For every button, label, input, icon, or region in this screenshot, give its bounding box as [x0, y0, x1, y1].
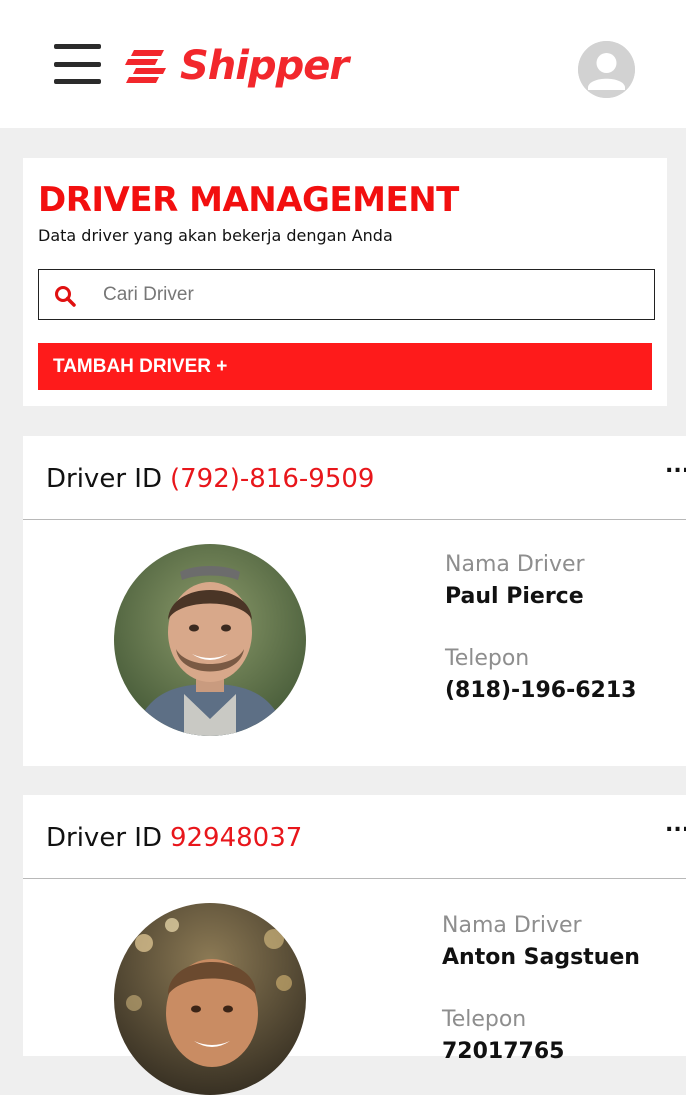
user-avatar-icon[interactable]	[578, 41, 635, 98]
driver-name-label: Nama Driver	[445, 552, 585, 577]
driver-id-label: Driver ID	[46, 823, 162, 853]
page-subtitle: Data driver yang akan bekerja dengan And…	[38, 226, 393, 245]
driver-name: Anton Sagstuen	[442, 945, 640, 970]
driver-phone: 72017765	[442, 1039, 565, 1064]
driver-phone-label: Telepon	[445, 646, 530, 671]
driver-name-label: Nama Driver	[442, 913, 582, 938]
menu-bar	[54, 79, 101, 84]
driver-card-header: Driver ID(792)-816-9509 ...	[23, 436, 686, 520]
app-header: Shipper	[0, 0, 686, 128]
driver-id-label: Driver ID	[46, 464, 162, 494]
driver-name: Paul Pierce	[445, 584, 584, 609]
shipper-logo-icon	[125, 50, 166, 83]
search-icon	[55, 286, 76, 307]
driver-id: Driver ID (792)-816-9509	[46, 462, 374, 496]
driver-management-panel: DRIVER MANAGEMENT Data driver yang akan …	[23, 158, 667, 406]
more-options-icon[interactable]: ...	[665, 454, 686, 484]
brand-logo[interactable]: Shipper	[124, 40, 349, 92]
menu-bar	[54, 61, 101, 67]
add-driver-button[interactable]: TAMBAH DRIVER +	[38, 343, 652, 390]
driver-photo	[114, 544, 306, 736]
driver-phone-label: Telepon	[442, 1007, 527, 1032]
brand-name: Shipper	[180, 43, 349, 89]
driver-id-value: (792)-816-9509	[169, 464, 375, 494]
driver-id: Driver ID 92948037	[46, 821, 302, 855]
driver-phone: (818)-196-6213	[445, 678, 637, 703]
page-title: DRIVER MANAGEMENT	[38, 180, 459, 220]
driver-card-header: Driver ID92948037 ...	[23, 795, 686, 879]
driver-card: Driver ID92948037 ... Nama Driver A	[23, 795, 686, 1095]
search-input[interactable]	[103, 278, 633, 312]
driver-card: Driver ID(792)-816-9509 ... Nama Driv	[23, 436, 686, 766]
menu-bar	[54, 44, 101, 49]
more-options-icon[interactable]: ...	[665, 813, 686, 843]
driver-id-value: 92948037	[169, 823, 303, 853]
search-field[interactable]	[38, 269, 655, 320]
driver-photo	[114, 903, 306, 1095]
hamburger-menu-icon[interactable]	[54, 44, 101, 84]
